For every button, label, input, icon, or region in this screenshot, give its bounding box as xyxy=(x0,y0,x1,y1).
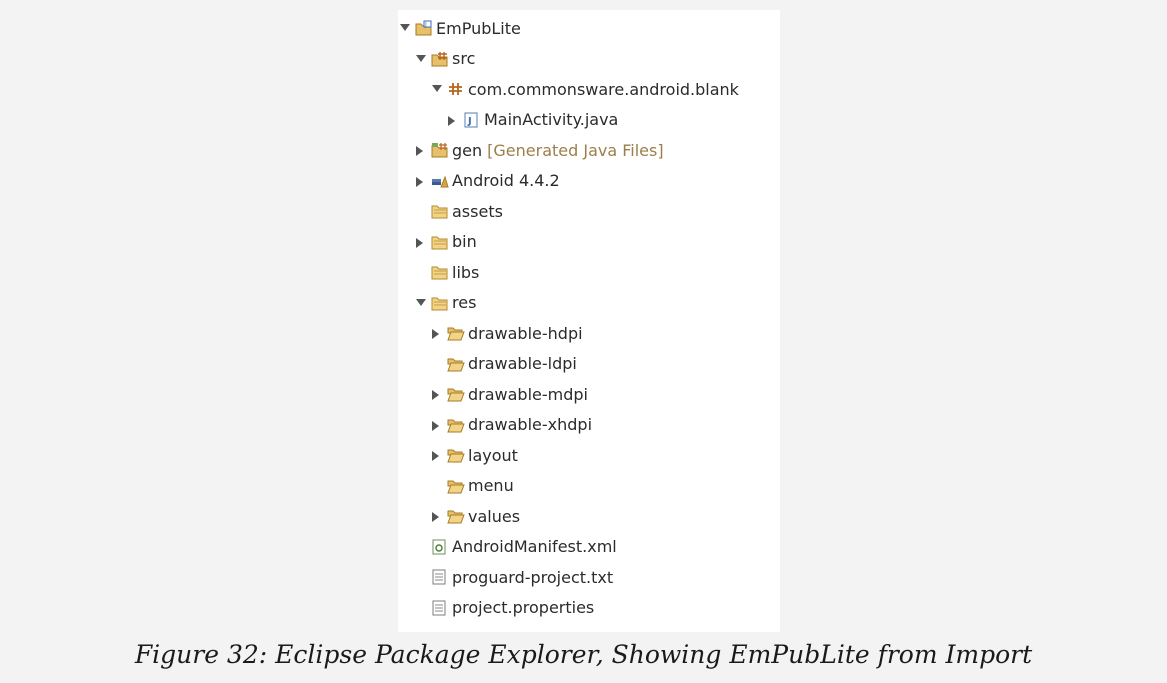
tree-item-label: drawable-ldpi xyxy=(468,354,577,373)
tree-item[interactable]: Android 4.4.2 xyxy=(414,166,560,196)
collapsed-toggle-icon[interactable] xyxy=(430,448,444,462)
tree-item[interactable]: drawable-hdpi xyxy=(430,318,583,348)
tree-item-label: drawable-xhdpi xyxy=(468,415,593,434)
collapsed-toggle-icon[interactable] xyxy=(414,174,428,188)
collapsed-toggle-icon[interactable] xyxy=(430,418,444,432)
library-icon xyxy=(431,173,449,189)
open-folder-icon xyxy=(447,508,465,524)
expanded-toggle-icon[interactable] xyxy=(398,21,412,35)
tree-item-label: drawable-mdpi xyxy=(468,384,588,404)
collapsed-toggle-icon[interactable] xyxy=(430,509,444,523)
tree-item[interactable]: proguard-project.txt xyxy=(414,562,613,592)
expanded-toggle-icon[interactable] xyxy=(430,82,444,96)
tree-item-label: libs xyxy=(452,262,480,282)
tree-item[interactable]: project.properties xyxy=(414,593,594,623)
tree-item-label: menu xyxy=(468,476,514,495)
open-folder-icon xyxy=(447,325,465,341)
tree-item[interactable]: res xyxy=(414,288,476,318)
tree-item-label: proguard-project.txt xyxy=(452,567,614,587)
package-explorer-panel: J EmPubLite src com.commonsware.android.bla… xyxy=(398,10,780,632)
folder-icon xyxy=(431,264,449,280)
folder-icon xyxy=(431,234,449,250)
java-file-icon: J xyxy=(463,112,481,128)
tree-item[interactable]: drawable-xhdpi xyxy=(430,410,592,440)
tree-item-label: assets xyxy=(452,201,503,221)
tree-item[interactable]: com.commonsware.android.blank xyxy=(430,74,739,104)
expanded-toggle-icon[interactable] xyxy=(414,296,428,310)
gen-folder-icon xyxy=(431,142,449,158)
toggle-spacer xyxy=(430,357,444,371)
tree-item[interactable]: src xyxy=(414,44,475,74)
toggle-spacer xyxy=(430,479,444,493)
open-folder-icon xyxy=(447,417,465,433)
toggle-spacer xyxy=(414,540,428,554)
tree-item-label: src xyxy=(452,49,476,68)
text-file-icon xyxy=(431,600,449,616)
svg-text:J: J xyxy=(467,116,472,127)
tree-item[interactable]: J EmPubLite xyxy=(398,13,521,43)
tree-item[interactable]: values xyxy=(430,501,520,531)
tree-item-label: bin xyxy=(452,232,477,251)
open-folder-icon xyxy=(447,386,465,402)
package-icon xyxy=(447,81,465,97)
collapsed-toggle-icon[interactable] xyxy=(430,387,444,401)
tree-item-label: gen xyxy=(452,140,483,160)
open-folder-icon xyxy=(447,478,465,494)
tree-item-label: Android 4.4.2 xyxy=(452,171,560,190)
toggle-spacer xyxy=(414,265,428,279)
folder-icon xyxy=(431,295,449,311)
tree-item[interactable]: AndroidManifest.xml xyxy=(414,532,617,562)
tree-item[interactable]: drawable-mdpi xyxy=(430,379,588,409)
source-folder-icon xyxy=(431,51,449,67)
figure-caption: Figure 32: Eclipse Package Explorer, Sho… xyxy=(134,640,1033,669)
expanded-toggle-icon[interactable] xyxy=(414,52,428,66)
tree-item-label: MainActivity.java xyxy=(484,110,619,129)
toggle-spacer xyxy=(414,204,428,218)
xml-file-icon xyxy=(431,539,449,555)
tree-item-label: res xyxy=(452,293,477,312)
collapsed-toggle-icon[interactable] xyxy=(414,143,428,157)
tree-item-label: project.properties xyxy=(452,598,595,617)
tree-item[interactable]: assets xyxy=(414,196,503,226)
tree-item-label: values xyxy=(468,506,521,526)
tree-item-label: EmPubLite xyxy=(436,18,521,38)
tree-item[interactable]: menu xyxy=(430,471,514,501)
tree-item[interactable]: gen [Generated Java Files] xyxy=(414,135,664,165)
tree-item-decoration: [Generated Java Files] xyxy=(487,140,664,160)
java-project-icon: J xyxy=(415,20,433,36)
tree-item-label: AndroidManifest.xml xyxy=(452,537,617,556)
open-folder-icon xyxy=(447,356,465,372)
collapsed-toggle-icon[interactable] xyxy=(446,113,460,127)
tree-item[interactable]: drawable-ldpi xyxy=(430,349,577,379)
svg-text:J: J xyxy=(424,22,427,29)
collapsed-toggle-icon[interactable] xyxy=(414,235,428,249)
tree-item-label: com.commonsware.android.blank xyxy=(468,79,739,99)
tree-item[interactable]: bin xyxy=(414,227,477,257)
toggle-spacer xyxy=(414,601,428,615)
collapsed-toggle-icon[interactable] xyxy=(430,326,444,340)
open-folder-icon xyxy=(447,447,465,463)
tree-item[interactable]: J MainActivity.java xyxy=(446,105,618,135)
toggle-spacer xyxy=(414,570,428,584)
text-file-icon xyxy=(431,569,449,585)
folder-icon xyxy=(431,203,449,219)
tree-item[interactable]: libs xyxy=(414,257,479,287)
tree-item-label: drawable-hdpi xyxy=(468,323,583,343)
tree-item[interactable]: layout xyxy=(430,440,518,470)
tree-item-label: layout xyxy=(468,445,518,465)
